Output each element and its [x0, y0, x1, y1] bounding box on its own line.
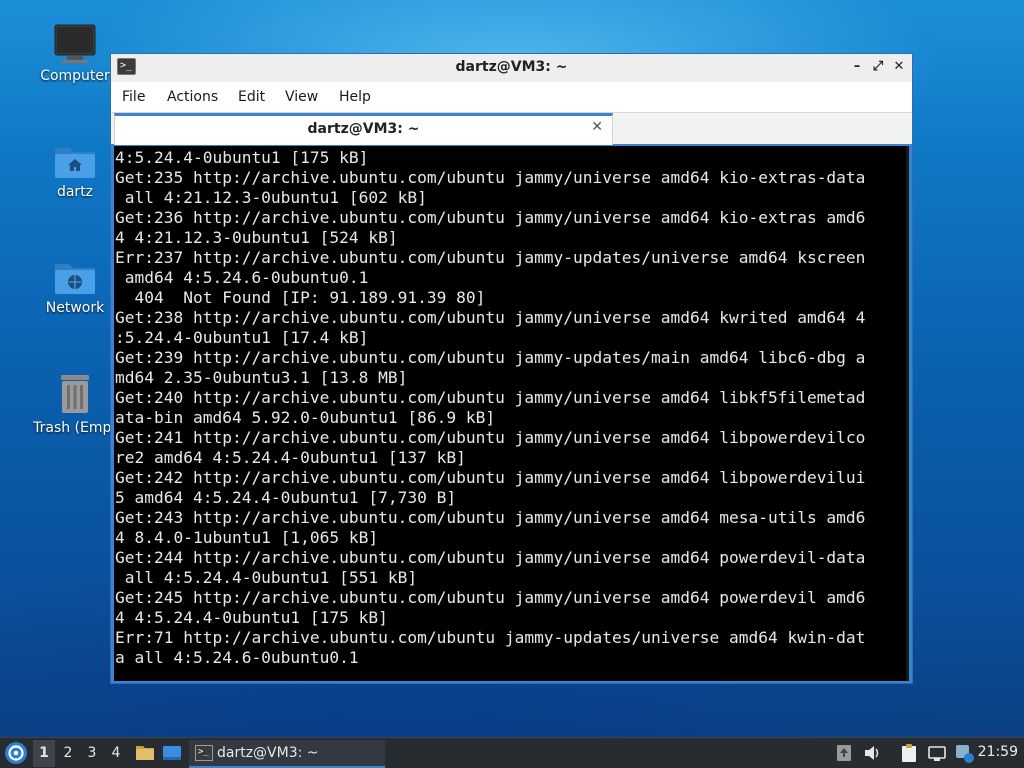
menu-actions[interactable]: Actions	[167, 89, 218, 105]
volume-icon[interactable]	[861, 742, 883, 764]
terminal-scrollbar[interactable]	[906, 146, 909, 681]
network-folder-icon	[55, 264, 95, 294]
taskbar-task-label: dartz@VM3: ~	[217, 745, 319, 761]
workspace-1[interactable]: 1	[33, 740, 55, 767]
desktop-icon-trash[interactable]: Trash (Empt	[30, 372, 120, 436]
desktop-icon-home[interactable]: dartz	[30, 142, 120, 200]
terminal-text: 4:5.24.4-0ubuntu1 [175 kB] Get:235 http:…	[115, 148, 866, 667]
desktop-icon-label: Computer	[40, 68, 110, 84]
tab-bar: dartz@VM3: ~ ✕	[111, 112, 912, 145]
tab-label: dartz@VM3: ~	[307, 121, 420, 137]
taskbar: 1 2 3 4 >_ dartz@VM3: ~ 21:59	[0, 737, 1024, 768]
tab-close-icon[interactable]: ✕	[591, 119, 603, 135]
terminal-task-icon: >_	[195, 745, 213, 761]
maximize-button[interactable]: ⤢	[869, 58, 887, 76]
file-manager-icon[interactable]	[134, 742, 156, 764]
desktop-icon-computer[interactable]: Computer	[30, 24, 120, 84]
desktop-icon-network[interactable]: Network	[30, 258, 120, 316]
menu-bar: File Actions Edit View Help	[111, 82, 912, 112]
tab-terminal[interactable]: dartz@VM3: ~ ✕	[114, 113, 613, 145]
clipboard-icon[interactable]	[898, 742, 920, 764]
menu-file[interactable]: File	[122, 89, 145, 105]
workspace-4[interactable]: 4	[105, 740, 127, 767]
terminal-window: >_ dartz@VM3: ~ – ⤢ ✕ File Actions Edit …	[110, 53, 913, 684]
home-folder-icon	[55, 148, 95, 178]
start-menu-icon[interactable]	[4, 741, 28, 765]
desktop-icon-label: dartz	[56, 184, 94, 200]
minimize-button[interactable]: –	[848, 58, 866, 76]
notification-icon[interactable]	[953, 742, 975, 764]
update-notifier-icon[interactable]	[833, 742, 855, 764]
terminal-output[interactable]: 4:5.24.4-0ubuntu1 [175 kB] Get:235 http:…	[114, 146, 909, 681]
workspace-2[interactable]: 2	[57, 740, 79, 767]
menu-help[interactable]: Help	[339, 89, 371, 105]
window-title: dartz@VM3: ~	[455, 59, 568, 75]
show-desktop-icon[interactable]	[161, 742, 183, 764]
workspace-3[interactable]: 3	[81, 740, 103, 767]
close-button[interactable]: ✕	[890, 58, 908, 76]
clock[interactable]: 21:59	[978, 744, 1018, 760]
menu-view[interactable]: View	[285, 89, 318, 105]
menu-edit[interactable]: Edit	[238, 89, 265, 105]
window-titlebar[interactable]: >_ dartz@VM3: ~ – ⤢ ✕	[111, 54, 912, 82]
computer-icon	[54, 24, 96, 63]
desktop-icon-label: Network	[45, 300, 105, 316]
network-tray-icon[interactable]	[926, 742, 948, 764]
desktop-icon-label: Trash (Empt	[33, 420, 117, 436]
trash-icon	[61, 375, 89, 413]
taskbar-task-terminal[interactable]: >_ dartz@VM3: ~	[189, 740, 385, 768]
